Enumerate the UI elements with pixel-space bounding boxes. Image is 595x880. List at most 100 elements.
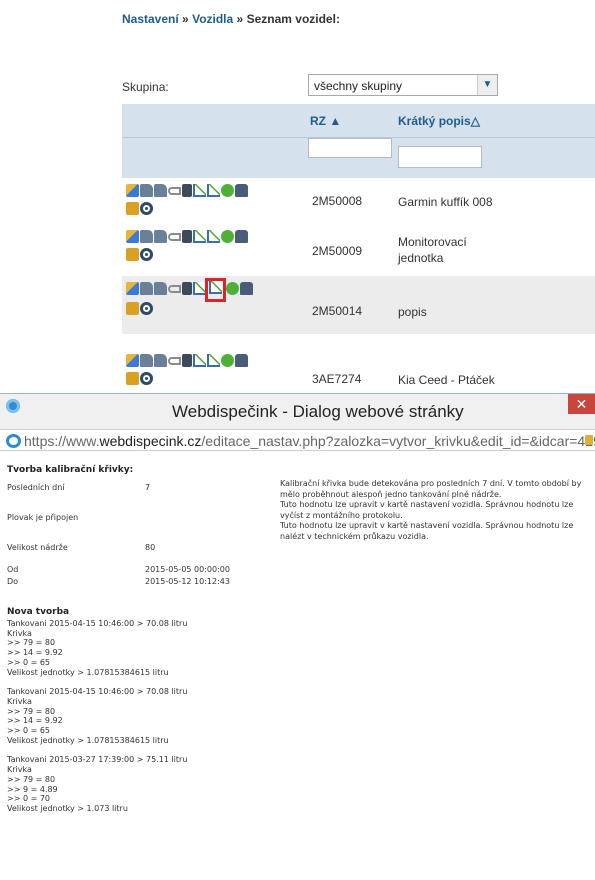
cell-desc: popis [398, 305, 427, 319]
close-button[interactable]: ✕ [568, 394, 595, 414]
group-select-value: všechny skupiny [314, 79, 403, 93]
truck-icon[interactable] [154, 230, 167, 243]
truck-icon[interactable] [154, 184, 167, 197]
key-icon[interactable] [168, 233, 181, 241]
cell-desc: Monitorovací jednotka [398, 235, 467, 265]
chart-icon[interactable] [193, 230, 206, 243]
table-row: 2M50014 popis [122, 276, 595, 334]
group-label: Skupina: [122, 80, 169, 94]
row-actions [126, 354, 301, 390]
key-icon[interactable] [168, 357, 181, 365]
filter-input-rz[interactable] [308, 138, 392, 158]
bus-icon[interactable] [235, 184, 248, 197]
cell-desc: Kia Ceed - Ptáček [398, 373, 495, 387]
dialog-window: Webdispečink - Dialog webové stránky ✕ h… [0, 393, 595, 880]
edit-icon[interactable] [126, 354, 139, 367]
row-actions [126, 184, 301, 220]
green-help-icon[interactable] [221, 354, 234, 367]
edit-icon[interactable] [126, 282, 139, 295]
table-row: 2M50009 Monitorovací jednotka [122, 224, 595, 276]
fuel-pump-icon[interactable] [182, 230, 192, 243]
gear-icon[interactable] [140, 202, 153, 215]
bus-icon[interactable] [240, 282, 253, 295]
sort-up-icon[interactable]: ▲ [329, 114, 341, 128]
cell-rz: 2M50008 [312, 194, 363, 208]
sort-up-icon[interactable]: △ [471, 114, 480, 128]
lock-icon [585, 435, 593, 445]
gear-icon[interactable] [140, 372, 153, 385]
breadcrumb-separator: » [236, 12, 244, 26]
truck-icon[interactable] [154, 282, 167, 295]
filter-input-desc[interactable] [398, 146, 482, 168]
green-help-icon[interactable] [221, 184, 234, 197]
edit-icon[interactable] [126, 230, 139, 243]
calibration-log: Tankovani 2015-04-15 10:46:00 > 70.08 li… [7, 619, 187, 824]
field-row: Plovak je připojen [7, 513, 79, 522]
bus-icon[interactable] [235, 230, 248, 243]
chart-icon[interactable] [193, 184, 206, 197]
car-icon[interactable] [126, 302, 139, 315]
chart-green-icon[interactable] [207, 184, 220, 197]
highlighted-calibration-button[interactable] [205, 278, 226, 302]
chart-green-icon[interactable] [207, 354, 220, 367]
truck-icon[interactable] [140, 282, 153, 295]
column-header-desc[interactable]: Krátký popis△ [398, 114, 480, 128]
row-actions [126, 230, 301, 266]
green-help-icon[interactable] [221, 230, 234, 243]
row-actions [126, 278, 301, 320]
field-row: Posledních dní 7 [7, 483, 151, 492]
calibration-curve-icon[interactable] [209, 281, 222, 294]
log-block: Tankovani 2015-04-15 10:46:00 > 70.08 li… [7, 687, 188, 745]
breadcrumb: Nastavení » Vozidla » Seznam vozidel: [122, 12, 340, 26]
breadcrumb-link-vozidla[interactable]: Vozidla [192, 12, 233, 26]
chart-icon[interactable] [193, 354, 206, 367]
column-header-rz[interactable]: RZ ▲ [310, 114, 341, 128]
bus-icon[interactable] [235, 354, 248, 367]
cell-rz: 2M50014 [312, 304, 363, 318]
field-row: Velikost nádrže 80 [7, 543, 156, 552]
key-icon[interactable] [168, 285, 181, 293]
car-icon[interactable] [126, 372, 139, 385]
chart-green-icon[interactable] [207, 230, 220, 243]
log-title: Nova tvorba [7, 607, 70, 617]
note-text: Tuto hodnotu lze upravit v kartě nastave… [280, 500, 574, 520]
edit-icon[interactable] [126, 184, 139, 197]
field-row: Do 2015-05-12 10:12:43 [7, 577, 230, 586]
cell-rz: 3AE7274 [312, 372, 362, 386]
gear-icon[interactable] [140, 302, 153, 315]
breadcrumb-link-nastaveni[interactable]: Nastavení [122, 12, 179, 26]
car-icon[interactable] [126, 202, 139, 215]
truck-icon[interactable] [140, 230, 153, 243]
dialog-title: Webdispečink - Dialog webové stránky [172, 402, 464, 421]
ie-icon [6, 434, 21, 448]
ie-app-icon [6, 399, 20, 413]
car-icon[interactable] [126, 248, 139, 261]
cell-rz: 2M50009 [312, 244, 363, 258]
address-url: https://www.webdispecink.cz/editace_nast… [24, 433, 595, 449]
grid-header: RZ ▲ Krátký popis△ [122, 104, 595, 138]
fuel-pump-icon[interactable] [182, 282, 192, 295]
truck-icon[interactable] [140, 184, 153, 197]
breadcrumb-separator: » [182, 12, 189, 26]
green-help-icon[interactable] [226, 282, 239, 295]
truck-icon[interactable] [154, 354, 167, 367]
gear-icon[interactable] [140, 248, 153, 261]
log-block: Tankovani 2015-03-27 17:39:00 > 75.11 li… [7, 755, 188, 813]
fuel-pump-icon[interactable] [182, 354, 192, 367]
group-select[interactable]: všechny skupiny ▼ [308, 74, 498, 96]
note-text: Tuto hodnotu lze upravit v kartě nastave… [280, 521, 574, 541]
key-icon[interactable] [168, 187, 181, 195]
filter-row [122, 138, 595, 178]
log-block: Tankovani 2015-04-15 10:46:00 > 70.08 li… [7, 619, 188, 677]
truck-icon[interactable] [140, 354, 153, 367]
table-row: 2M50008 Garmin kuffík 008 [122, 178, 595, 224]
notes: Kalibrační křivka bude detekována pro po… [280, 479, 592, 542]
section-title: Tvorba kalibrační křivky: [7, 465, 134, 475]
address-bar: https://www.webdispecink.cz/editace_nast… [0, 429, 595, 451]
fuel-pump-icon[interactable] [182, 184, 192, 197]
note-text: Kalibrační křivka bude detekována pro po… [280, 479, 582, 499]
cell-desc: Garmin kuffík 008 [398, 195, 493, 209]
breadcrumb-current: Seznam vozidel: [246, 12, 340, 26]
chevron-down-icon[interactable]: ▼ [477, 75, 497, 95]
table-row: 3AE7274 Kia Ceed - Ptáček [122, 334, 595, 393]
